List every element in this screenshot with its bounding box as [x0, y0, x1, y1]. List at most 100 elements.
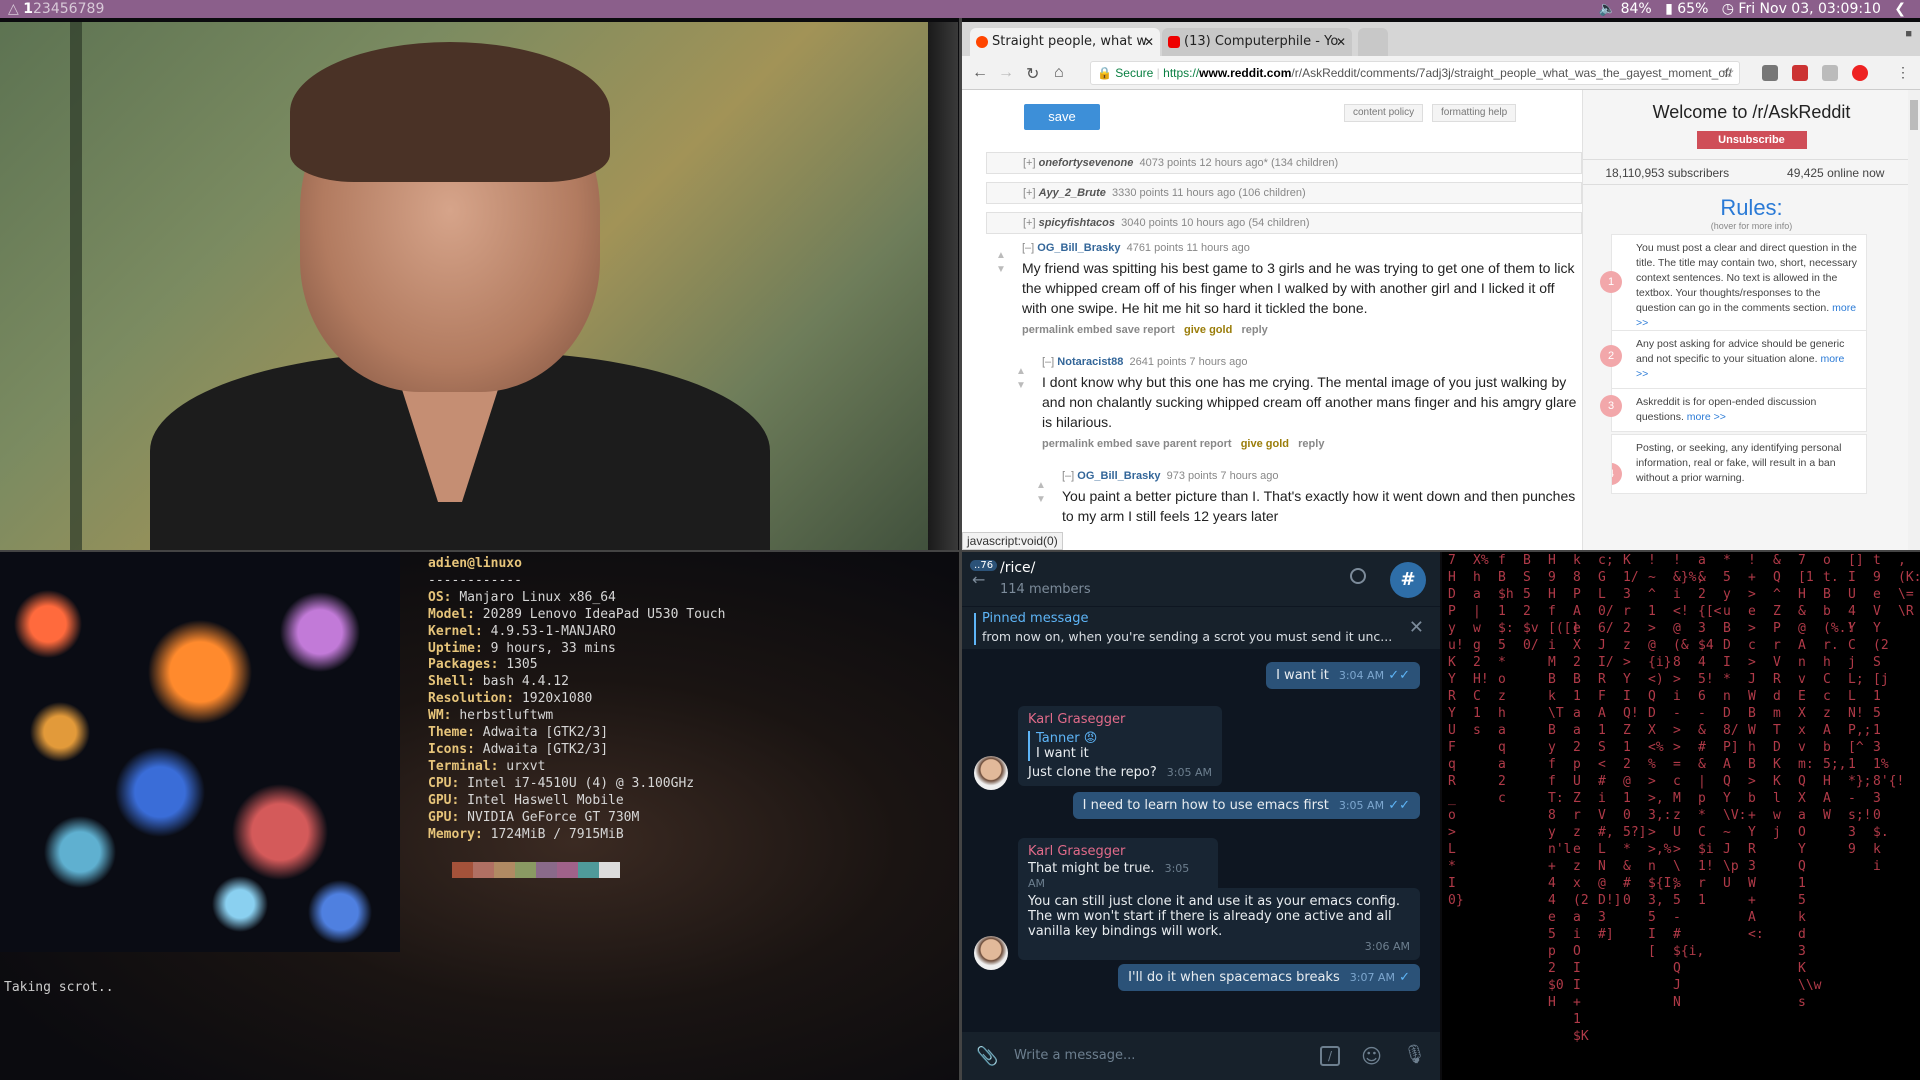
comment: [–] Notaracist88 2641 points 7 hours ago…	[1042, 352, 1582, 454]
rule-item[interactable]: 1 You must post a clear and direct quest…	[1600, 234, 1867, 338]
chat-name[interactable]: /rice/	[1000, 560, 1035, 576]
comment-author[interactable]: spicyfishtacos	[1039, 217, 1115, 229]
extension-icon[interactable]	[1822, 65, 1838, 81]
comment-author[interactable]: Ayy_2_Brute	[1039, 187, 1106, 199]
reply-link[interactable]: reply	[1241, 324, 1267, 336]
close-tab-icon[interactable]: ✕	[1144, 28, 1154, 56]
collapsed-comment[interactable]: [+] Ayy_2_Brute 3330 points 11 hours ago…	[986, 182, 1582, 204]
save-button[interactable]: save	[1024, 104, 1100, 130]
workspace-4[interactable]: 4	[51, 1, 60, 17]
workspace-3[interactable]: 3	[42, 1, 51, 17]
workspace-list[interactable]: △ 123456789	[8, 0, 104, 18]
upvote-icon[interactable]: ▲	[1016, 366, 1026, 380]
reddit-icon	[976, 36, 988, 48]
color-swatch	[494, 862, 515, 878]
give-gold-link[interactable]: give gold	[1241, 438, 1289, 450]
comment-author[interactable]: onefortysevenone	[1039, 157, 1134, 169]
emoji-icon[interactable]: ☺	[1361, 1044, 1382, 1068]
message-composer: 📎 Write a message... / ☺ 🎙	[962, 1032, 1440, 1080]
upvote-icon[interactable]: ▲	[996, 250, 1006, 264]
workspace-6[interactable]: 6	[69, 1, 78, 17]
menu-icon[interactable]: ⋮	[1896, 64, 1910, 81]
neofetch-output: adien@linuxo ------------ OS: Manjaro Li…	[428, 556, 726, 842]
home-icon[interactable]: ⌂	[1054, 64, 1064, 82]
extension-icon[interactable]	[1762, 65, 1778, 81]
scrollbar[interactable]	[1908, 90, 1920, 550]
tab-title: Straight people, what w	[992, 34, 1148, 49]
video-player[interactable]	[0, 22, 958, 550]
upvote-icon[interactable]: ▲	[1036, 480, 1046, 494]
rule-item[interactable]: 3 Askreddit is for open-ended discussion…	[1600, 388, 1867, 432]
comment-body: I dont know why but this one has me cryi…	[1042, 374, 1577, 430]
sender-name[interactable]: Karl Grasegger	[1028, 712, 1212, 727]
tab-reddit[interactable]: Straight people, what w ✕	[970, 28, 1160, 56]
rule-item[interactable]: 2 Any post asking for advice should be g…	[1600, 330, 1867, 389]
color-swatch	[515, 862, 536, 878]
comment-actions[interactable]: permalink embed save report give gold re…	[1022, 320, 1582, 340]
comment-author[interactable]: OG_Bill_Brasky	[1037, 242, 1120, 254]
scrollbar-thumb[interactable]	[1910, 100, 1918, 130]
read-check-icon: ✓✓	[1388, 668, 1410, 683]
terminal-window[interactable]: adien@linuxo ------------ OS: Manjaro Li…	[0, 552, 958, 1080]
profile-icon[interactable]: ■	[1905, 28, 1912, 40]
message-list[interactable]: I want it 3:04 AM ✓✓ Karl Grasegger Tanne…	[962, 650, 1440, 1032]
back-arrow-icon[interactable]: ←	[972, 570, 985, 589]
group-avatar[interactable]: #	[1390, 562, 1426, 598]
message-input[interactable]: Write a message...	[1014, 1048, 1135, 1063]
workspace-7[interactable]: 7	[78, 1, 87, 17]
give-gold-link[interactable]: give gold	[1184, 324, 1232, 336]
address-bar[interactable]: 🔒 Secure | https://www.reddit.com/r/AskR…	[1090, 61, 1740, 85]
sender-name[interactable]: Karl Grasegger	[1028, 844, 1208, 859]
color-swatch	[578, 862, 599, 878]
matrix-rain-terminal[interactable]: 7HDPyu!KYRYUFqR_o>L*I0} X%ha|wg2H!C1s fB$h…	[1442, 552, 1920, 1080]
comment-author[interactable]: OG_Bill_Brasky	[1077, 470, 1160, 482]
collapsed-comment[interactable]: [+] spicyfishtacos 3040 points 10 hours …	[986, 212, 1582, 234]
close-icon[interactable]: ✕	[1409, 617, 1424, 638]
downvote-icon[interactable]: ▼	[1016, 380, 1026, 394]
microphone-icon[interactable]: 🎙	[1403, 1044, 1426, 1065]
workspace-5[interactable]: 5	[60, 1, 69, 17]
downvote-icon[interactable]: ▼	[1036, 494, 1046, 508]
collapsed-comment[interactable]: [+] onefortysevenone 4073 points 12 hour…	[986, 152, 1582, 174]
avatar[interactable]	[974, 936, 1008, 970]
pinned-message[interactable]: Pinned message from now on, when you're …	[962, 606, 1440, 650]
matrix-column: 7[1H&@AnvEXxvm:QXaOYQ15kd3K\\ws	[1798, 553, 1822, 1010]
extension-icon[interactable]	[1792, 65, 1808, 81]
comment-author[interactable]: Notaracist88	[1057, 356, 1123, 368]
read-check-icon: ✓✓	[1388, 798, 1410, 813]
separator-line: ------------	[428, 572, 522, 588]
search-icon[interactable]	[1350, 568, 1366, 584]
comment-actions[interactable]: permalink embed save parent report give …	[1042, 434, 1582, 454]
reload-icon[interactable]: ↻	[1026, 64, 1039, 84]
formatting-help-link[interactable]: formatting help	[1432, 104, 1517, 122]
rules-heading: Rules:	[1720, 195, 1783, 220]
star-icon[interactable]: ☆	[1722, 64, 1735, 81]
color-swatches	[452, 862, 620, 878]
new-tab-button[interactable]	[1358, 28, 1388, 56]
tab-youtube[interactable]: (13) Computerphile - Yo ✕	[1162, 28, 1352, 56]
attach-icon[interactable]: 📎	[976, 1046, 998, 1067]
matrix-column: ot.Bb(%.!r.hCczAb5;,HAW	[1823, 553, 1855, 823]
reply-link[interactable]: reply	[1298, 438, 1324, 450]
workspace-1[interactable]: 1	[23, 1, 33, 17]
outgoing-message: I want it 3:04 AM ✓✓	[1266, 662, 1420, 689]
secure-label: Secure	[1115, 66, 1154, 80]
back-icon[interactable]: ←	[972, 64, 988, 82]
comment-body: My friend was spitting his best game to …	[1022, 260, 1575, 316]
more-link[interactable]: more >>	[1687, 411, 1726, 423]
reply-quote[interactable]: Tanner 😡 I want it	[1028, 731, 1212, 761]
workspace-2[interactable]: 2	[33, 1, 42, 17]
comment-meta: 4761 points 11 hours ago	[1126, 242, 1250, 254]
comment-meta: 973 points 7 hours ago	[1166, 470, 1279, 482]
avatar[interactable]	[974, 756, 1008, 790]
workspace-9[interactable]: 9	[95, 1, 104, 17]
rule-item[interactable]: 4 Posting, or seeking, any identifying p…	[1611, 434, 1867, 494]
forward-icon[interactable]: →	[998, 64, 1014, 82]
unsubscribe-button[interactable]: Unsubscribe	[1696, 131, 1807, 149]
bot-command-icon[interactable]: /	[1320, 1046, 1340, 1066]
content-policy-link[interactable]: content policy	[1344, 104, 1424, 122]
close-tab-icon[interactable]: ✕	[1336, 28, 1346, 56]
downvote-icon[interactable]: ▼	[996, 264, 1006, 278]
back-arrow-icon[interactable]: ❮	[1894, 1, 1906, 17]
extension-icon[interactable]	[1852, 65, 1868, 81]
